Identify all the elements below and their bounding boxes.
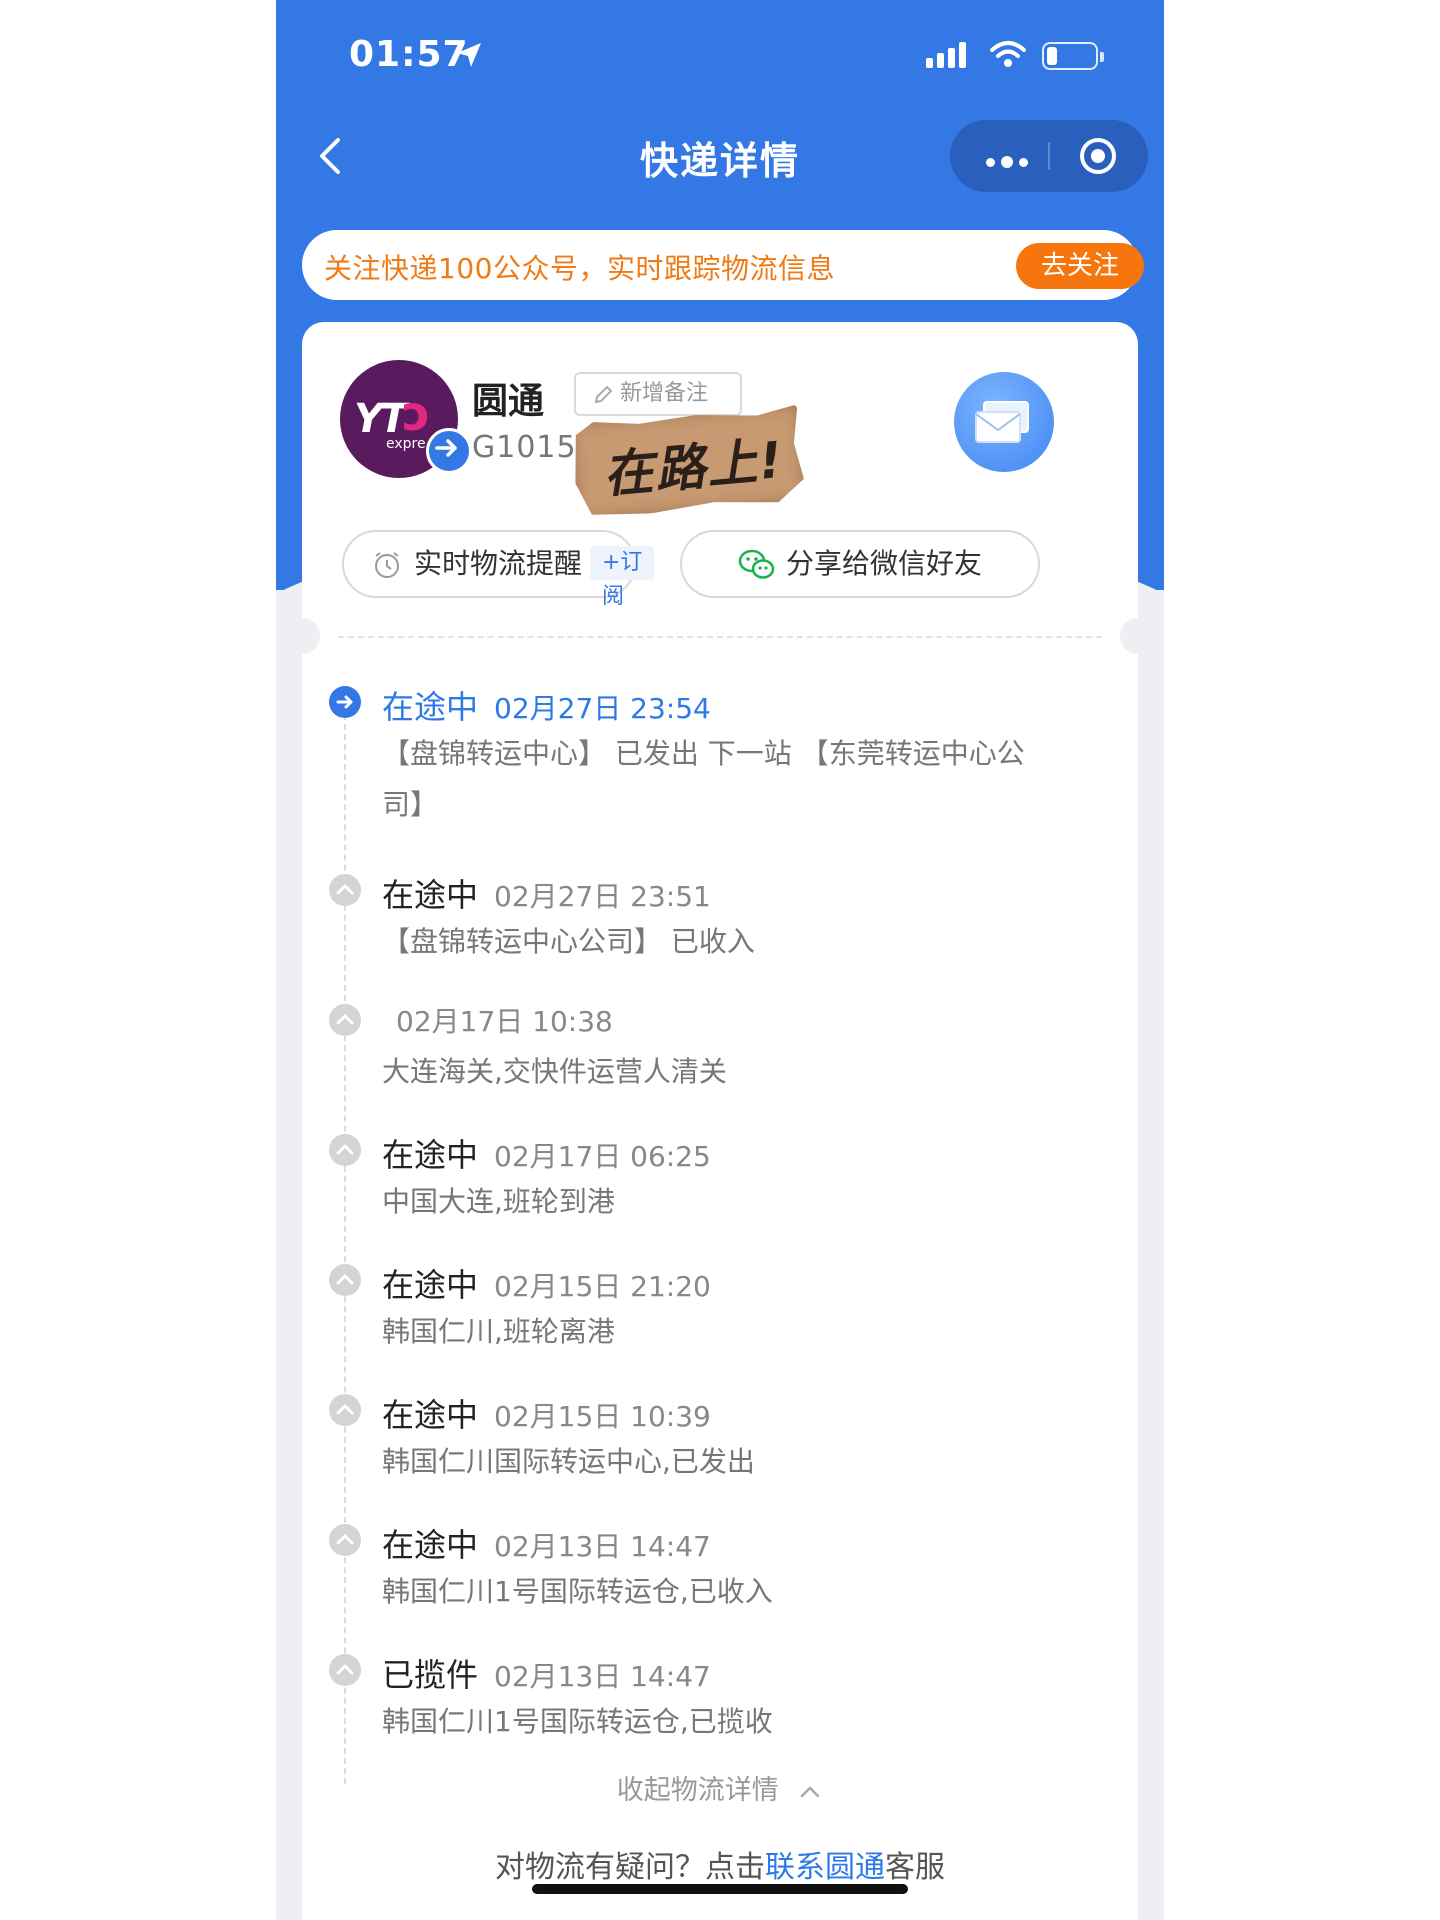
close-miniprogram-icon[interactable] xyxy=(1078,136,1118,176)
timeline-status: 在途中 xyxy=(382,876,479,914)
timeline-dot-icon xyxy=(329,874,361,906)
timeline-heading: 已揽件 02月13日 14:47 xyxy=(382,1650,711,1696)
status-time: 01:57 xyxy=(349,34,469,75)
timeline-dot-icon xyxy=(329,1004,361,1036)
timeline-heading: 在途中 02月13日 14:47 xyxy=(382,1520,711,1566)
timeline-dot-icon xyxy=(329,1394,361,1426)
home-indicator xyxy=(532,1884,908,1894)
timeline-description: 韩国仁川,班轮离港 xyxy=(382,1315,615,1348)
timeline-description: 【盘锦转运中心】 已发出 下一站 【东莞转运中心公司】 xyxy=(382,737,1025,821)
timeline-datetime: 02月15日 21:20 xyxy=(494,1270,711,1303)
wechat-icon xyxy=(738,549,775,579)
card-divider xyxy=(338,636,1102,638)
timeline-heading: 02月17日 10:38 xyxy=(382,1000,613,1040)
timeline-status: 在途中 xyxy=(382,1396,479,1434)
battery-tip xyxy=(1100,52,1104,62)
timeline-status: 已揽件 xyxy=(382,1656,479,1694)
phone-screen: 01:57 快递详情 关注快递100公众号，实时跟踪物流信息 去关注 YT ↄ … xyxy=(276,0,1164,1920)
add-note-button[interactable]: 新增备注 xyxy=(574,372,742,416)
timeline-datetime: 02月13日 14:47 xyxy=(494,1530,711,1563)
timeline-status: 在途中 xyxy=(382,1266,479,1304)
timeline-datetime: 02月15日 10:39 xyxy=(494,1400,711,1433)
more-options-icon[interactable] xyxy=(986,152,1034,171)
timeline-heading: 在途中 02月15日 21:20 xyxy=(382,1260,711,1306)
miniprogram-capsule xyxy=(950,120,1148,192)
timeline-description: 韩国仁川国际转运中心,已发出 xyxy=(382,1445,755,1478)
share-wechat-button[interactable]: 分享给微信好友 xyxy=(680,530,1040,598)
timeline-heading: 在途中 02月27日 23:51 xyxy=(382,870,711,916)
carrier-name: 圆通 xyxy=(472,381,545,422)
carrier-switch-icon[interactable] xyxy=(426,428,472,474)
customer-service-hint: 对物流有疑问？点击联系圆通客服 xyxy=(495,1850,945,1885)
follow-banner: 关注快递100公众号，实时跟踪物流信息 去关注 xyxy=(302,230,1144,300)
collapse-details-button[interactable]: 收起物流详情 xyxy=(302,1768,1138,1807)
timeline-status: 在途中 xyxy=(382,688,479,726)
package-card: YT ↄ expre 圆通 新增备注 G101547 在路上! 实时物流提醒 +… xyxy=(284,322,1156,1920)
timeline-datetime: 02月17日 10:38 xyxy=(396,1005,613,1038)
alarm-clock-icon xyxy=(375,552,399,578)
timeline-dot-icon xyxy=(329,1654,361,1686)
pencil-icon xyxy=(594,385,613,404)
mail-icon[interactable] xyxy=(954,372,1054,472)
subscribe-reminder-button[interactable]: 实时物流提醒 +订阅 xyxy=(342,530,655,609)
timeline-datetime: 02月27日 23:51 xyxy=(494,880,711,913)
timeline-datetime: 02月13日 14:47 xyxy=(494,1660,711,1693)
status-bar: 01:57 xyxy=(276,0,1164,110)
timeline-description: 【盘锦转运中心公司】 已收入 xyxy=(382,925,755,958)
timeline-dot-icon xyxy=(329,1524,361,1556)
follow-banner-text: 关注快递100公众号，实时跟踪物流信息 xyxy=(324,252,835,285)
timeline-datetime: 02月27日 23:54 xyxy=(494,692,711,725)
subscribe-badge: +订阅 xyxy=(590,546,655,609)
status-sticker: 在路上! xyxy=(570,404,805,520)
chevron-up-icon xyxy=(801,1785,820,1797)
timeline-datetime: 02月17日 06:25 xyxy=(494,1140,711,1173)
wifi-icon xyxy=(990,41,1026,67)
cellular-signal-icon xyxy=(926,42,966,68)
follow-button[interactable]: 去关注 xyxy=(1016,243,1144,289)
timeline-dot-icon xyxy=(329,1264,361,1296)
timeline-description: 韩国仁川1号国际转运仓,已收入 xyxy=(382,1575,773,1608)
timeline-heading: 在途中 02月17日 06:25 xyxy=(382,1130,711,1176)
timeline-status: 在途中 xyxy=(382,1136,479,1174)
timeline-status: 在途中 xyxy=(382,1526,479,1564)
timeline-description: 韩国仁川1号国际转运仓,已揽收 xyxy=(382,1705,773,1738)
timeline-dot-icon xyxy=(329,1134,361,1166)
contact-carrier-link[interactable]: 联系圆通 xyxy=(765,1850,885,1885)
location-arrow-icon xyxy=(457,43,481,67)
timeline-heading: 在途中 02月15日 10:39 xyxy=(382,1390,711,1436)
timeline-description: 大连海关,交快件运营人清关 xyxy=(382,1055,727,1088)
timeline-heading: 在途中 02月27日 23:54 xyxy=(382,682,711,728)
timeline-description: 中国大连,班轮到港 xyxy=(382,1185,615,1218)
battery-icon xyxy=(1042,42,1098,70)
in-transit-arrow-icon xyxy=(329,686,361,718)
